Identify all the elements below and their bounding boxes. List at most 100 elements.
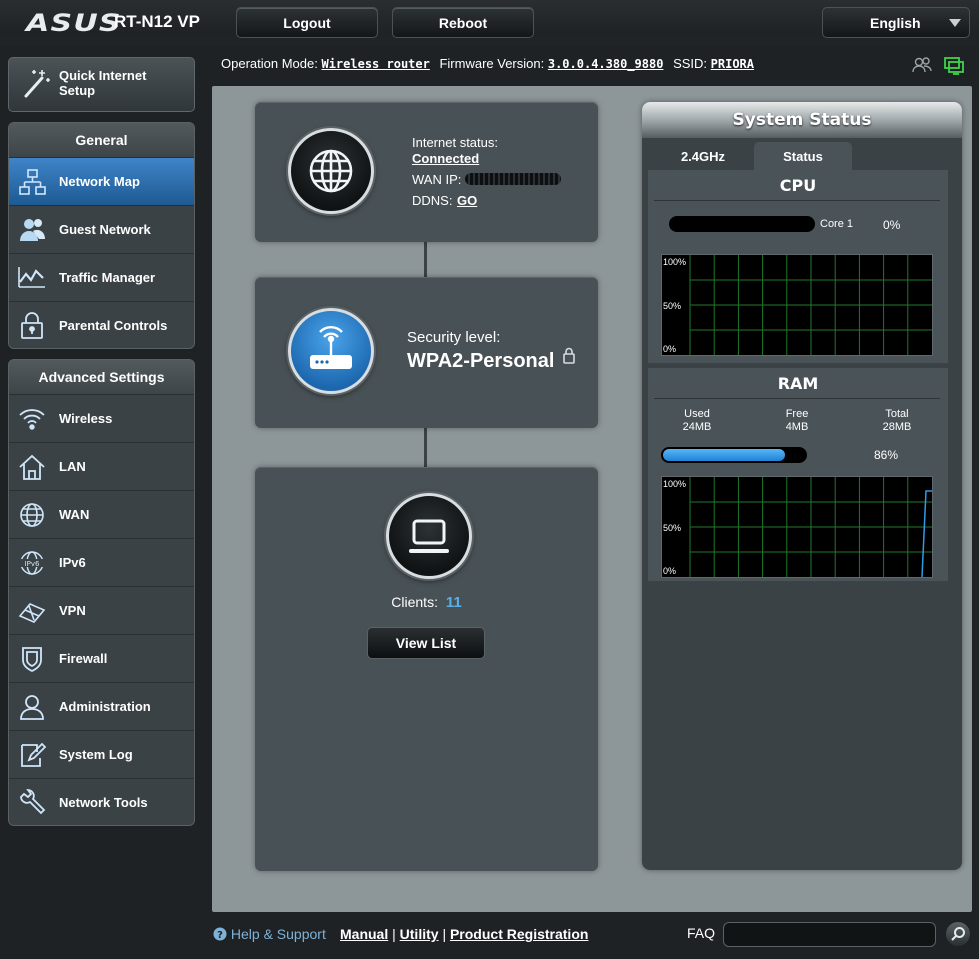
users-icon[interactable] bbox=[912, 57, 932, 73]
connector-line bbox=[424, 428, 427, 468]
manual-link[interactable]: Manual bbox=[340, 926, 388, 942]
view-list-button[interactable]: View List bbox=[367, 627, 485, 659]
graph-50-label: 50% bbox=[663, 523, 682, 533]
user-icon bbox=[20, 695, 44, 720]
network-map-icon bbox=[19, 169, 46, 195]
product-registration-link[interactable]: Product Registration bbox=[450, 926, 588, 942]
internet-status-card[interactable]: Internet status: Connected WAN IP: DDNS:… bbox=[255, 102, 598, 242]
logout-button[interactable]: Logout bbox=[236, 7, 378, 38]
cpu-graph-grid bbox=[689, 255, 932, 355]
faq-search-input[interactable] bbox=[723, 922, 936, 947]
sidebar-item-network-tools[interactable]: Network Tools bbox=[9, 778, 194, 825]
sidebar-item-parental-controls[interactable]: Parental Controls bbox=[9, 301, 194, 348]
sidebar-item-firewall[interactable]: Firewall bbox=[9, 634, 194, 682]
firmware-link[interactable]: 3.0.0.4.380_9880 bbox=[548, 57, 664, 71]
clients-count[interactable]: 11 bbox=[446, 594, 462, 611]
svg-text:IPv6: IPv6 bbox=[25, 560, 40, 568]
internet-status-label: Internet status: bbox=[412, 135, 498, 150]
home-icon bbox=[19, 454, 45, 480]
chevron-down-icon bbox=[949, 19, 961, 27]
ram-used-value: 24MB bbox=[682, 421, 712, 433]
security-level-label: Security level: bbox=[407, 329, 501, 346]
wan-ip-redacted bbox=[465, 173, 561, 185]
ddns-go-link[interactable]: GO bbox=[457, 193, 477, 208]
brand-logo-text: ASUS bbox=[26, 9, 122, 37]
quick-internet-setup-label: Quick Internet Setup bbox=[59, 68, 147, 98]
cpu-core-bar bbox=[669, 216, 815, 232]
ram-percent: 86% bbox=[874, 448, 899, 462]
vpn-icon bbox=[18, 603, 46, 623]
status-icons bbox=[912, 55, 968, 77]
sidebar-general-title: General bbox=[9, 123, 194, 157]
sidebar-item-label: Guest Network bbox=[59, 222, 151, 237]
sidebar-advanced-group: Advanced Settings Wireless LAN WAN IPv6 … bbox=[8, 359, 195, 826]
shield-icon bbox=[22, 647, 42, 673]
ram-total: Total 28MB bbox=[874, 408, 920, 434]
sidebar-item-label: Wireless bbox=[59, 411, 113, 426]
system-status-panel: System Status 2.4GHz Status CPU Core 1 0… bbox=[642, 102, 962, 870]
sidebar-item-label: IPv6 bbox=[59, 555, 86, 570]
sidebar-item-vpn[interactable]: VPN bbox=[9, 586, 194, 634]
log-icon bbox=[21, 742, 47, 767]
sidebar-item-network-map[interactable]: Network Map bbox=[9, 157, 194, 205]
sidebar-item-label: Network Tools bbox=[59, 795, 148, 810]
router-icon[interactable] bbox=[288, 308, 374, 394]
sidebar-item-label: LAN bbox=[59, 459, 86, 474]
sidebar-item-system-log[interactable]: System Log bbox=[9, 730, 194, 778]
sidebar-general-group: General Network Map Guest Network Traffi… bbox=[8, 122, 195, 349]
ram-usage-bar bbox=[661, 447, 807, 463]
core-percent: 0% bbox=[883, 218, 901, 232]
footer-separator: | bbox=[442, 926, 447, 942]
sidebar-advanced-title: Advanced Settings bbox=[9, 360, 194, 394]
faq-search-button[interactable] bbox=[946, 922, 970, 946]
globe-icon bbox=[20, 503, 44, 527]
ram-used-label: Used bbox=[684, 408, 710, 420]
quick-internet-setup-button[interactable]: Quick Internet Setup bbox=[8, 57, 195, 112]
sidebar-item-label: Parental Controls bbox=[59, 318, 168, 333]
tab-2.4ghz[interactable]: 2.4GHz bbox=[654, 142, 752, 170]
sidebar-item-guest-network[interactable]: Guest Network bbox=[9, 205, 194, 253]
graph-0-label: 0% bbox=[663, 344, 677, 354]
wifi-icon bbox=[19, 409, 45, 430]
router-security-card[interactable]: Security level: WPA2-Personal bbox=[255, 277, 598, 428]
ram-usage-bar-fill bbox=[663, 449, 786, 461]
sidebar-item-administration[interactable]: Administration bbox=[9, 682, 194, 730]
client-computer-icon[interactable] bbox=[386, 493, 472, 579]
utility-link[interactable]: Utility bbox=[400, 926, 439, 942]
language-value: English bbox=[870, 15, 921, 31]
help-support[interactable]: ? Help & Support bbox=[213, 926, 326, 942]
sidebar-item-label: Firewall bbox=[59, 651, 108, 666]
magic-wand-icon bbox=[24, 70, 50, 98]
graph-50-label: 50% bbox=[663, 301, 682, 311]
sidebar-item-lan[interactable]: LAN bbox=[9, 442, 194, 490]
sidebar-item-traffic-manager[interactable]: Traffic Manager bbox=[9, 253, 194, 301]
connector-line bbox=[424, 242, 427, 278]
sidebar-item-ipv6[interactable]: IPv6 IPv6 bbox=[9, 538, 194, 586]
operation-mode-link[interactable]: Wireless router bbox=[321, 57, 429, 71]
ram-free: Free 4MB bbox=[774, 408, 820, 434]
reboot-button[interactable]: Reboot bbox=[392, 7, 534, 38]
ram-used: Used 24MB bbox=[674, 408, 720, 434]
graph-series-line bbox=[921, 490, 932, 577]
sidebar-item-wireless[interactable]: Wireless bbox=[9, 394, 194, 442]
status-info-line: Operation Mode: Wireless router Firmware… bbox=[221, 56, 754, 71]
sidebar-item-wan[interactable]: WAN bbox=[9, 490, 194, 538]
traffic-manager-icon bbox=[18, 267, 45, 288]
graph-100-label: 100% bbox=[663, 479, 687, 489]
sidebar-item-label: VPN bbox=[59, 603, 86, 618]
internet-globe-icon[interactable] bbox=[288, 128, 374, 214]
tab-status[interactable]: Status bbox=[754, 142, 852, 170]
wan-ip-label: WAN IP: bbox=[412, 172, 462, 187]
internet-status-value[interactable]: Connected bbox=[412, 151, 479, 166]
faq-label: FAQ bbox=[687, 925, 716, 941]
asus-logo: ASUS RT-N12 VP bbox=[26, 9, 200, 37]
language-select[interactable]: English bbox=[822, 7, 970, 38]
footer-separator: | bbox=[392, 926, 396, 942]
ssid-link[interactable]: PRIORA bbox=[711, 57, 754, 71]
monitor-status-icon[interactable] bbox=[944, 57, 964, 75]
sidebar-item-label: Traffic Manager bbox=[59, 270, 156, 285]
parental-controls-icon bbox=[21, 312, 43, 339]
sidebar-item-label: WAN bbox=[59, 507, 90, 522]
search-icon bbox=[951, 927, 965, 941]
sidebar-item-label: Network Map bbox=[59, 174, 140, 189]
